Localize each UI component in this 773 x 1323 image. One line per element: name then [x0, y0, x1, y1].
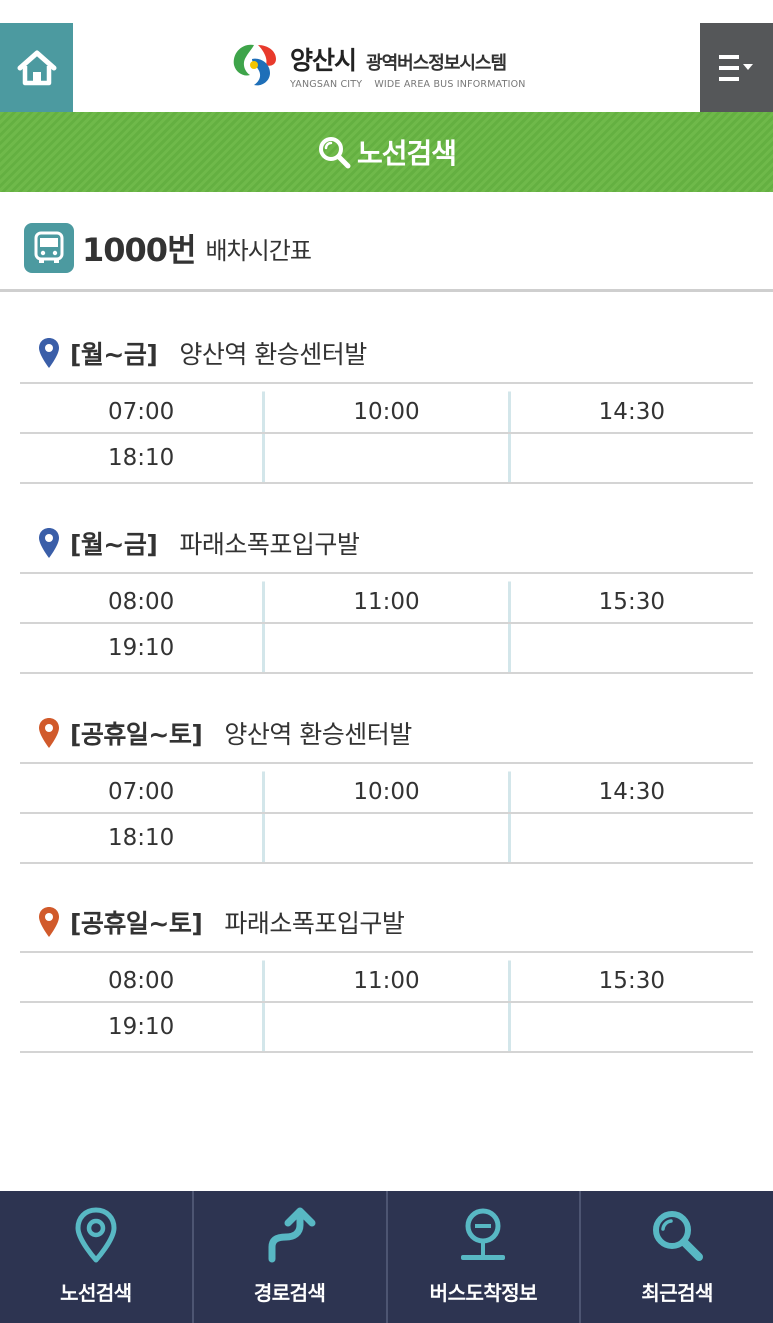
time-cell [262, 1003, 507, 1051]
section-stop: 파래소폭포입구발 [179, 530, 360, 559]
page-title-bar: 노선검색 [0, 112, 773, 192]
time-cell [262, 434, 507, 482]
time-cell: 10:00 [262, 764, 508, 812]
table-row: 08:00 11:00 15:30 [20, 574, 753, 624]
section-title: [공휴일~토] 파래소폭포입구발 [20, 893, 753, 951]
section-stop: 양산역 환승센터발 [179, 340, 367, 369]
bottom-nav: 노선검색 경로검색 버스도착정보 최근검색 [0, 1191, 773, 1323]
bus-icon [24, 223, 74, 273]
time-cell: 15:30 [507, 574, 753, 622]
nav-label: 버스도착정보 [429, 1281, 538, 1305]
time-cell: 19:10 [108, 635, 175, 661]
table-row: 07:00 10:00 14:30 [20, 764, 753, 814]
search-icon [318, 137, 351, 169]
section-day: [월~금] [70, 530, 158, 559]
route-divider [0, 289, 773, 292]
table-row: 19:10 [20, 1003, 753, 1053]
time-cell [507, 434, 753, 482]
time-table: 07:00 10:00 14:30 18:10 [20, 382, 753, 484]
time-cell: 07:00 [108, 779, 175, 805]
time-cell [262, 814, 507, 862]
schedule-section: [월~금] 파래소폭포입구발 08:00 11:00 15:30 19:10 [20, 514, 753, 674]
time-table: 07:00 10:00 14:30 18:10 [20, 762, 753, 864]
time-cell: 08:00 [108, 589, 175, 615]
time-cell: 14:30 [507, 384, 753, 432]
table-row: 19:10 [20, 624, 753, 674]
app-header: 양산시 광역버스정보시스템 YANGSAN CITY WIDE AREA BUS… [0, 0, 773, 112]
route-number: 1000번 [82, 231, 197, 269]
time-cell [262, 624, 507, 672]
table-row: 07:00 10:00 14:30 [20, 384, 753, 434]
time-table: 08:00 11:00 15:30 19:10 [20, 572, 753, 674]
section-title: [월~금] 양산역 환승센터발 [20, 324, 753, 382]
time-cell: 10:00 [262, 384, 508, 432]
route-arrow-icon [268, 1207, 316, 1263]
location-pin-icon [39, 907, 59, 937]
home-button[interactable] [0, 23, 73, 112]
route-heading: 1000번 배차시간표 [24, 222, 312, 274]
section-day: [공휴일~토] [70, 909, 203, 938]
location-pin-icon [39, 338, 59, 368]
location-pin-icon [75, 1207, 117, 1263]
menu-button[interactable] [700, 23, 773, 112]
bus-stop-icon [461, 1208, 506, 1260]
section-day: [월~금] [70, 340, 158, 369]
time-cell: 19:10 [108, 1014, 175, 1040]
schedule-section: [공휴일~토] 파래소폭포입구발 08:00 11:00 15:30 19:10 [20, 893, 753, 1053]
time-cell: 18:10 [108, 825, 175, 851]
nav-label: 노선검색 [60, 1281, 132, 1305]
city-emblem-icon [233, 44, 276, 86]
location-pin-icon [39, 718, 59, 748]
time-cell: 11:00 [262, 574, 508, 622]
section-stop: 파래소폭포입구발 [224, 909, 405, 938]
section-day: [공휴일~토] [70, 720, 203, 749]
schedule-section: [월~금] 양산역 환승센터발 07:00 10:00 14:30 18:10 [20, 324, 753, 484]
time-cell [507, 1003, 753, 1051]
nav-bus-arrival[interactable]: 버스도착정보 [385, 1191, 580, 1323]
home-icon [17, 50, 56, 85]
menu-icon [718, 54, 753, 81]
city-name: 양산시 [290, 45, 357, 75]
section-title: [공휴일~토] 양산역 환승센터발 [20, 704, 753, 762]
time-cell: 11:00 [262, 953, 508, 1001]
time-cell [507, 814, 753, 862]
city-logo[interactable]: 양산시 광역버스정보시스템 YANGSAN CITY WIDE AREA BUS… [230, 40, 526, 90]
time-cell: 08:00 [108, 968, 175, 994]
table-row: 18:10 [20, 434, 753, 484]
search-icon [653, 1211, 704, 1261]
nav-label: 최근검색 [641, 1281, 713, 1305]
route-subtitle: 배차시간표 [205, 236, 312, 265]
table-row: 18:10 [20, 814, 753, 864]
time-table: 08:00 11:00 15:30 19:10 [20, 951, 753, 1053]
nav-label: 경로검색 [253, 1281, 326, 1305]
time-cell: 15:30 [507, 953, 753, 1001]
time-cell [507, 624, 753, 672]
nav-recent-search[interactable]: 최근검색 [579, 1191, 773, 1323]
location-pin-icon [39, 528, 59, 558]
system-name: 광역버스정보시스템 [366, 52, 507, 74]
time-cell: 07:00 [108, 399, 175, 425]
schedule-section: [공휴일~토] 양산역 환승센터발 07:00 10:00 14:30 18:1… [20, 704, 753, 864]
time-cell: 18:10 [108, 445, 175, 471]
time-cell: 14:30 [507, 764, 753, 812]
city-name-en: YANGSAN CITY [290, 78, 363, 90]
nav-path-search[interactable]: 경로검색 [191, 1191, 386, 1323]
section-stop: 양산역 환승센터발 [224, 720, 412, 749]
table-row: 08:00 11:00 15:30 [20, 953, 753, 1003]
section-title: [월~금] 파래소폭포입구발 [20, 514, 753, 572]
system-name-en: WIDE AREA BUS INFORMATION [374, 78, 526, 90]
page-title: 노선검색 [356, 137, 457, 170]
nav-route-search[interactable]: 노선검색 [0, 1191, 192, 1323]
